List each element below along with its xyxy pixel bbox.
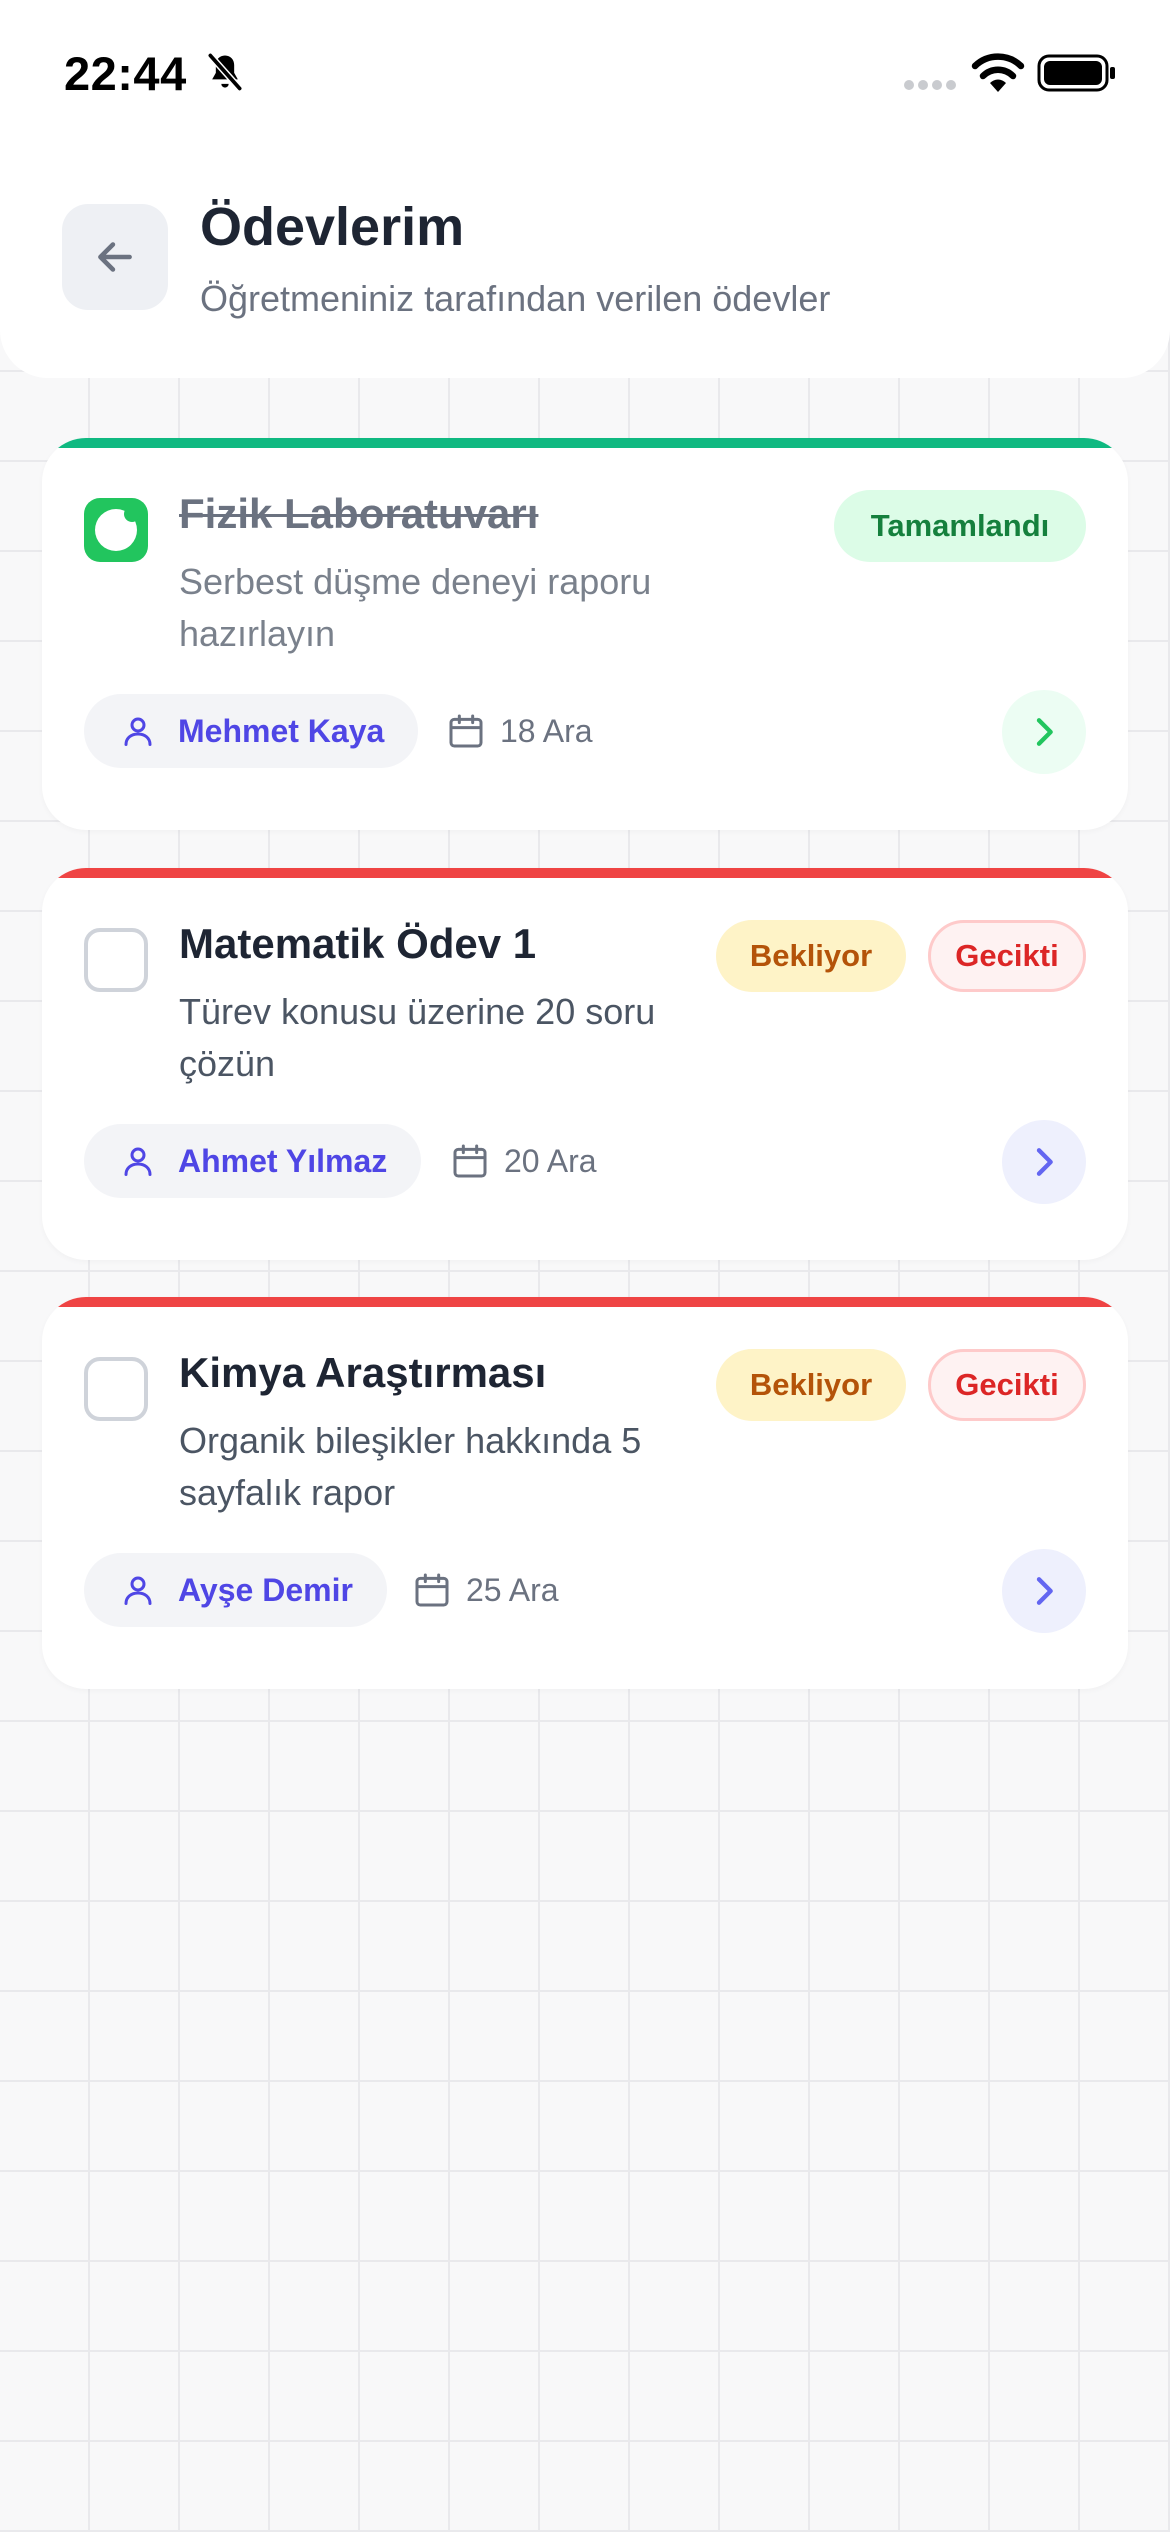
status-badge-pending: Bekliyor (716, 1349, 906, 1421)
calendar-icon (415, 1573, 449, 1607)
cellular-signal-icon (904, 80, 956, 90)
page-title: Ödevlerim (200, 197, 465, 257)
back-button[interactable] (62, 204, 168, 310)
assignment-card[interactable]: Kimya Araştırması Organik bileşikler hak… (42, 1297, 1128, 1689)
teacher-name: Ahmet Yılmaz (178, 1142, 388, 1179)
card-accent-bar (42, 438, 1128, 448)
due-date-text: 25 Ara (466, 1571, 559, 1608)
assignment-description: Organik bileşikler hakkında 5 sayfalık r… (179, 1420, 642, 1513)
person-icon (124, 1147, 152, 1176)
assignment-title: Matematik Ödev 1 (179, 920, 537, 967)
assignment-description: Türev konusu üzerine 20 soru çözün (179, 991, 656, 1084)
due-date: 25 Ara (412, 1553, 559, 1627)
status-badge-late: Gecikti (928, 920, 1086, 992)
person-icon (124, 717, 152, 746)
card-accent-bar (42, 868, 1128, 878)
teacher-chip: Ayşe Demir (84, 1553, 387, 1627)
chevron-right-icon (1036, 1148, 1053, 1176)
assignment-card[interactable]: Matematik Ödev 1 Türev konusu üzerine 20… (42, 868, 1128, 1260)
status-badge-completed: Tamamlandı (834, 490, 1086, 562)
assignment-title: Kimya Araştırması (179, 1349, 547, 1396)
completed-checkbox[interactable] (84, 498, 148, 562)
battery-icon (1037, 54, 1115, 92)
due-date: 18 Ara (446, 694, 593, 768)
status-badge-late: Gecikti (928, 1349, 1086, 1421)
status-time: 22:44 (64, 47, 187, 100)
teacher-name: Ayşe Demir (178, 1571, 353, 1608)
assignment-checkbox[interactable] (84, 928, 148, 992)
chevron-right-icon (1036, 718, 1053, 746)
teacher-chip: Mehmet Kaya (84, 694, 419, 768)
page-subtitle: Öğretmeniniz tarafından verilen ödevler (200, 278, 831, 319)
wifi-icon (971, 53, 1025, 92)
assignment-description: Serbest düşme deneyi raporu hazırlayın (179, 561, 652, 654)
due-date-text: 20 Ara (504, 1142, 597, 1179)
status-badge-pending: Bekliyor (716, 920, 906, 992)
due-date: 20 Ara (450, 1124, 597, 1198)
bell-slash-icon (207, 52, 243, 92)
assignment-title: Fizik Laboratuvarı (179, 490, 539, 537)
calendar-icon (453, 1144, 487, 1178)
teacher-chip: Ahmet Yılmaz (84, 1124, 422, 1198)
open-assignment-button[interactable] (1002, 1120, 1086, 1204)
open-assignment-button[interactable] (1002, 1549, 1086, 1633)
person-icon (124, 1576, 152, 1605)
header: 22:44 Ödevlerim Öğretmeniniz tarafından … (0, 0, 1170, 378)
arrow-left-icon (98, 242, 132, 272)
assignment-checkbox[interactable] (84, 1357, 148, 1421)
open-assignment-button[interactable] (1002, 690, 1086, 774)
assignment-card[interactable]: Fizik Laboratuvarı Serbest düşme deneyi … (42, 438, 1128, 830)
card-accent-bar (42, 1297, 1128, 1307)
due-date-text: 18 Ara (500, 712, 593, 749)
calendar-icon (449, 714, 483, 748)
chevron-right-icon (1036, 1577, 1053, 1605)
teacher-name: Mehmet Kaya (178, 712, 385, 749)
